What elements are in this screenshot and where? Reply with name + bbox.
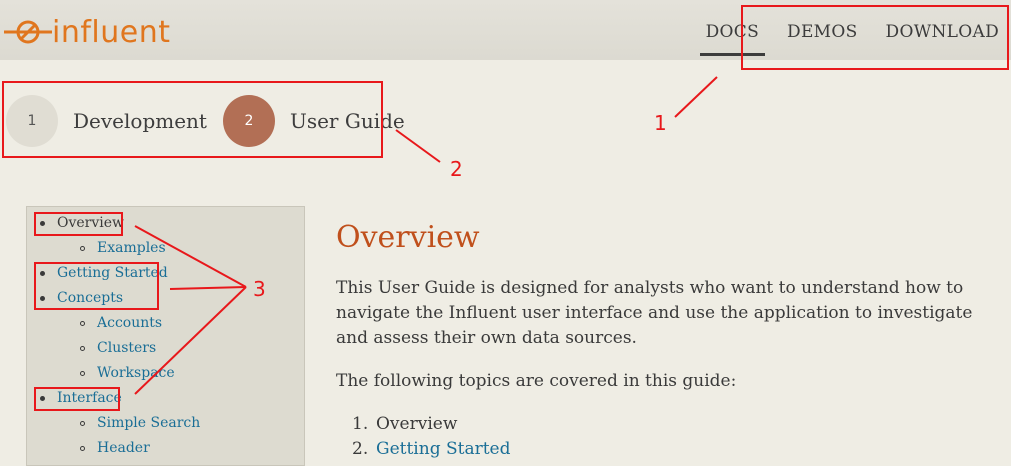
annotation-number-2: 2 [450,157,463,181]
list-item: 2. Getting Started [352,437,511,462]
list-item: 1. Overview [352,412,511,437]
list-number: 1. [352,414,369,434]
sidebar-item-label: Examples [97,240,166,256]
sidebar-item-simple-search[interactable]: Simple Search [80,415,200,431]
bullet [80,445,85,451]
sidebar-item-label: Simple Search [97,415,201,431]
annotation-box-overview [34,212,123,236]
annotation-arrow-1 [674,76,718,118]
annotation-box-2 [2,81,383,158]
sidebar-item-clusters[interactable]: Clusters [80,340,156,356]
page-title: Overview [336,220,480,255]
annotation-box-interface [34,387,120,411]
sidebar-item-accounts[interactable]: Accounts [80,315,162,331]
annotation-number-3: 3 [253,277,266,301]
topic-getting-started-link[interactable]: Getting Started [376,437,511,462]
sidebar-item-workspace[interactable]: Workspace [80,365,175,381]
annotation-box-getting-started [34,262,159,310]
bullet [80,420,85,426]
sidebar-item-label: Accounts [97,315,163,331]
annotation-box-1 [741,5,1009,70]
logo-text: influent [52,14,171,50]
annotation-number-1: 1 [654,111,667,135]
bullet [80,345,85,351]
sidebar-item-label: Workspace [97,365,175,381]
intro-paragraph: This User Guide is designed for analysts… [336,278,973,348]
bullet [80,370,85,376]
bullet [80,245,85,251]
list-number: 2. [352,439,369,459]
topics-intro: The following topics are covered in this… [336,371,737,391]
sidebar-item-label: Clusters [97,340,157,356]
topic-overview: Overview [376,414,458,434]
sidebar-item-examples[interactable]: Examples [80,240,166,256]
logo-icon [4,20,52,44]
bullet [80,320,85,326]
topics-list: 1. Overview 2. Getting Started [352,412,511,462]
logo[interactable]: influent [4,12,171,52]
